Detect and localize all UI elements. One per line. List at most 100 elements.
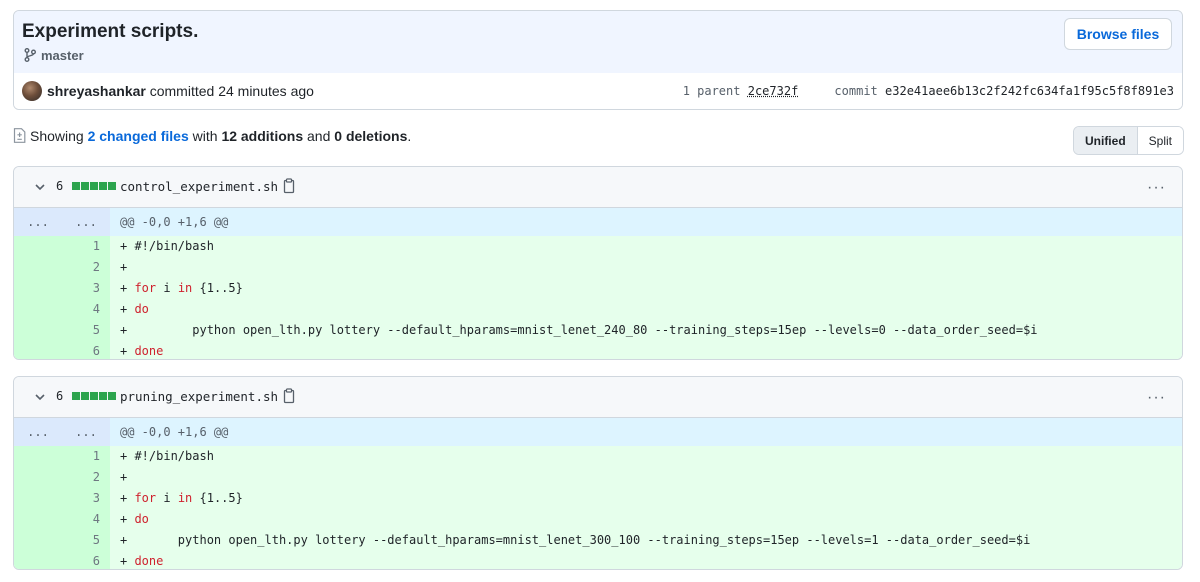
file-header: 6 pruning_experiment.sh ··· <box>14 377 1182 418</box>
author-link[interactable]: shreyashankar <box>47 83 146 99</box>
diff-line: 1 + #!/bin/bash <box>14 236 1182 257</box>
line-code: + for i in {1..5} <box>120 491 243 505</box>
kebab-horizontal-icon[interactable]: ··· <box>1147 179 1166 197</box>
diff-line: 3 + for i in {1..5} <box>14 278 1182 299</box>
hunk-text: @@ -0,0 +1,6 @@ <box>120 425 229 439</box>
diff-line: 6 + done <box>14 551 1182 569</box>
line-code: + <box>120 470 128 484</box>
chevron-down-icon[interactable] <box>34 390 46 408</box>
diff-line: 4 + do <box>14 299 1182 320</box>
new-line-number[interactable]: 2 <box>62 467 110 488</box>
additions-count: 12 additions <box>221 128 304 144</box>
expand-down-button[interactable]: ... <box>62 418 110 446</box>
split-view-button[interactable]: Split <box>1137 127 1183 154</box>
summary-period: . <box>407 128 412 144</box>
copy-icon[interactable] <box>282 178 296 199</box>
copy-icon[interactable] <box>282 388 296 409</box>
hunk-header: ... ... @@ -0,0 +1,6 @@ <box>14 208 1182 236</box>
commit-header: Experiment scripts. master Browse files … <box>13 10 1183 110</box>
browse-files-button[interactable]: Browse files <box>1064 18 1172 50</box>
hunk-header: ... ... @@ -0,0 +1,6 @@ <box>14 418 1182 446</box>
old-line-number <box>14 320 62 341</box>
new-line-number[interactable]: 5 <box>62 530 110 551</box>
commit-hash: e32e41aee6b13c2f242fc634fa1f95c5f8f891e3 <box>885 84 1174 98</box>
file-change-count: 6 <box>56 179 64 193</box>
deletions-count: 0 deletions <box>334 128 408 144</box>
parent-hash-link[interactable]: 2ce732f <box>748 84 799 98</box>
new-line-number[interactable]: 2 <box>62 257 110 278</box>
old-line-number <box>14 467 62 488</box>
old-line-number <box>14 299 62 320</box>
new-line-number[interactable]: 3 <box>62 278 110 299</box>
file-name[interactable]: control_experiment.sh <box>120 179 278 194</box>
file-diff-pruning-experiment: 6 pruning_experiment.sh ··· ... ... @@ -… <box>13 376 1183 570</box>
summary-with: with <box>192 128 218 144</box>
diff-view-toggle: Unified Split <box>1072 126 1184 155</box>
diff-line: 2 + <box>14 467 1182 488</box>
old-line-number <box>14 530 62 551</box>
unified-view-button[interactable]: Unified <box>1073 127 1138 154</box>
old-line-number <box>14 488 62 509</box>
diff-line: 4 + do <box>14 509 1182 530</box>
line-code: + for i in {1..5} <box>120 281 243 295</box>
expand-down-button[interactable]: ... <box>62 208 110 236</box>
line-code: + <box>120 260 128 274</box>
new-line-number[interactable]: 6 <box>62 341 110 359</box>
diffstat-bars <box>72 182 116 190</box>
git-branch-icon <box>24 48 41 63</box>
chevron-down-icon[interactable] <box>34 180 46 198</box>
diff-summary: Showing 2 changed files with 12 addition… <box>13 128 411 146</box>
expand-up-button[interactable]: ... <box>14 418 62 446</box>
expand-up-button[interactable]: ... <box>14 208 62 236</box>
diff-line: 5 + python open_lth.py lottery --default… <box>14 530 1182 551</box>
avatar[interactable] <box>22 81 42 101</box>
diff-line: 6 + done <box>14 341 1182 359</box>
old-line-number <box>14 278 62 299</box>
new-line-number[interactable]: 6 <box>62 551 110 569</box>
hunk-text: @@ -0,0 +1,6 @@ <box>120 215 229 229</box>
new-line-number[interactable]: 4 <box>62 299 110 320</box>
line-code: + done <box>120 554 164 568</box>
kebab-horizontal-icon[interactable]: ··· <box>1147 389 1166 407</box>
file-change-count: 6 <box>56 389 64 403</box>
diff-line: 5 + python open_lth.py lottery --default… <box>14 320 1182 341</box>
line-code: + #!/bin/bash <box>120 239 214 253</box>
line-code: + #!/bin/bash <box>120 449 214 463</box>
new-line-number[interactable]: 5 <box>62 320 110 341</box>
line-code: + python open_lth.py lottery --default_h… <box>120 533 1031 547</box>
new-line-number[interactable]: 1 <box>62 236 110 257</box>
line-code: + do <box>120 302 149 316</box>
line-code: + python open_lth.py lottery --default_h… <box>120 323 1038 337</box>
old-line-number <box>14 446 62 467</box>
summary-showing: Showing <box>30 128 84 144</box>
commit-title-bar: Experiment scripts. master Browse files <box>14 11 1182 74</box>
file-header: 6 control_experiment.sh ··· <box>14 167 1182 208</box>
commit-author-row: shreyashankar committed 24 minutes ago 1… <box>14 73 1182 109</box>
old-line-number <box>14 257 62 278</box>
branch-indicator[interactable]: master <box>24 48 84 63</box>
branch-name: master <box>41 48 84 63</box>
commit-label: commit <box>834 84 878 98</box>
new-line-number[interactable]: 3 <box>62 488 110 509</box>
old-line-number <box>14 509 62 530</box>
line-code: + do <box>120 512 149 526</box>
new-line-number[interactable]: 1 <box>62 446 110 467</box>
commit-title: Experiment scripts. <box>22 21 199 42</box>
file-diff-icon <box>13 128 26 146</box>
parent-label: 1 parent <box>682 84 741 98</box>
line-code: + done <box>120 344 164 358</box>
changed-files-link[interactable]: 2 changed files <box>88 128 189 144</box>
file-diff-control-experiment: 6 control_experiment.sh ··· ... ... @@ -… <box>13 166 1183 360</box>
diff-line: 3 + for i in {1..5} <box>14 488 1182 509</box>
summary-and: and <box>307 128 331 144</box>
diff-line: 1 + #!/bin/bash <box>14 446 1182 467</box>
diffstat-bars <box>72 392 116 400</box>
old-line-number <box>14 341 62 359</box>
new-line-number[interactable]: 4 <box>62 509 110 530</box>
commit-meta: 1 parent 2ce732f commit e32e41aee6b13c2f… <box>683 84 1174 98</box>
diff-line: 2 + <box>14 257 1182 278</box>
file-name[interactable]: pruning_experiment.sh <box>120 389 278 404</box>
old-line-number <box>14 236 62 257</box>
old-line-number <box>14 551 62 569</box>
commit-time: committed 24 minutes ago <box>149 83 314 99</box>
